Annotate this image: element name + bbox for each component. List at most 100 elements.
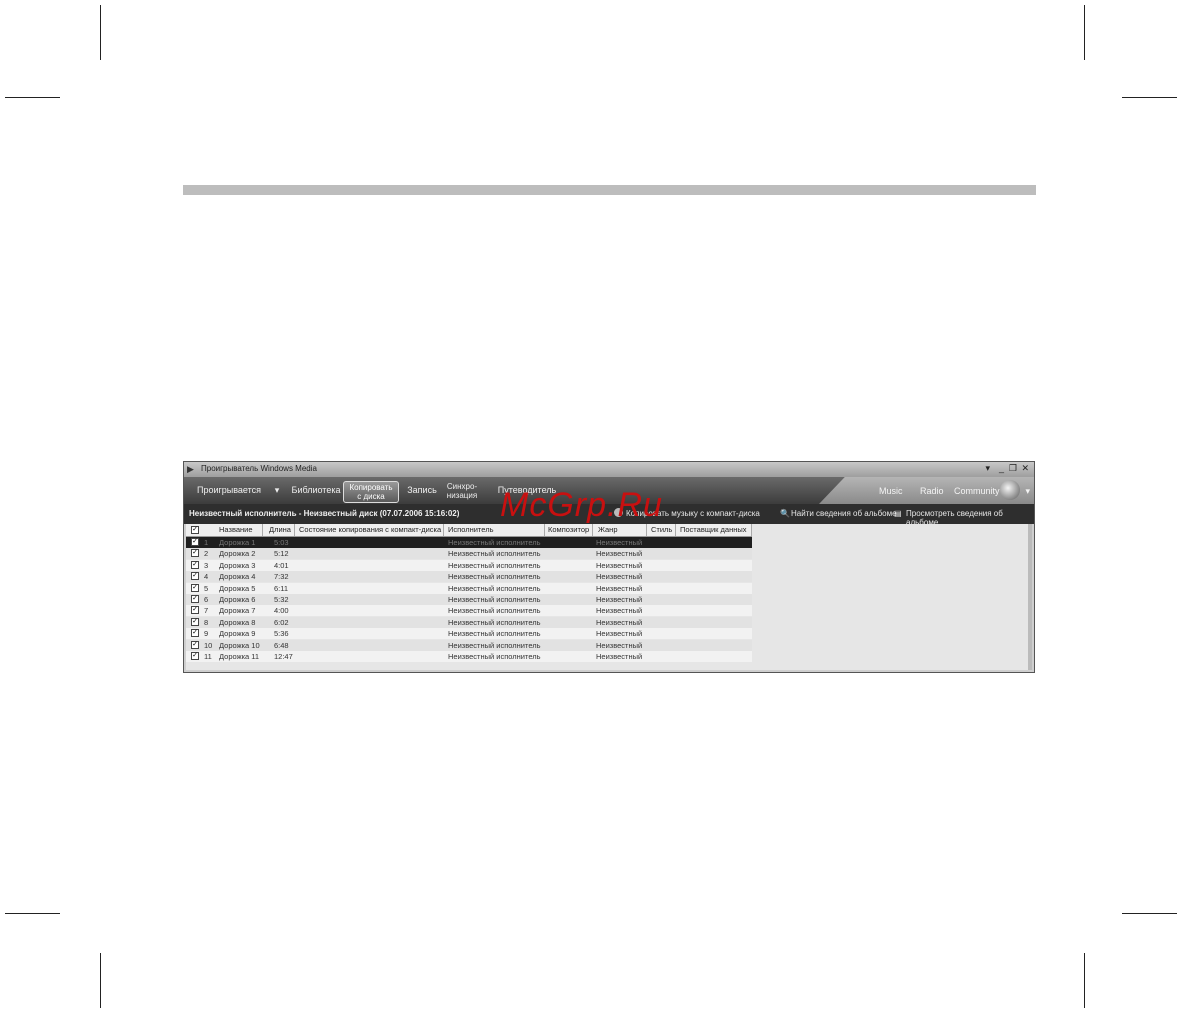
track-title: Дорожка 11 bbox=[219, 652, 260, 661]
restore-icon[interactable]: ❐ bbox=[1009, 463, 1017, 474]
minimize-icon[interactable]: _ bbox=[999, 463, 1004, 473]
track-checkbox[interactable]: ✓ bbox=[191, 640, 199, 649]
track-number: 7 bbox=[204, 606, 209, 616]
column-data-provider[interactable]: Поставщик данных bbox=[680, 525, 747, 534]
tab-music[interactable]: Music bbox=[879, 486, 903, 496]
crop-mark bbox=[5, 97, 60, 98]
tab-burn[interactable]: Запись bbox=[402, 481, 442, 500]
column-composer[interactable]: Композитор bbox=[548, 525, 589, 534]
track-checkbox[interactable]: ✓ bbox=[191, 560, 199, 569]
track-title: Дорожка 6 bbox=[219, 595, 256, 604]
column-title[interactable]: Название bbox=[219, 525, 253, 534]
track-title: Дорожка 3 bbox=[219, 560, 256, 570]
tab-rip[interactable]: Копировать с диска bbox=[343, 481, 399, 503]
crop-mark bbox=[1122, 97, 1177, 98]
find-album-info-button[interactable]: Найти сведения об альбоме bbox=[791, 509, 897, 518]
track-artist: Неизвестный исполнитель bbox=[448, 652, 541, 661]
table-row[interactable]: ✓ 3 Дорожка 3 4:01 Неизвестный исполнитель Не… bbox=[186, 559, 752, 571]
window-title: Проигрыватель Windows Media bbox=[201, 464, 317, 473]
store-dropdown-icon[interactable]: ▾ bbox=[1025, 486, 1030, 497]
track-checkbox[interactable]: ✓ bbox=[191, 583, 199, 592]
track-length: 5:32 bbox=[274, 595, 289, 604]
column-rip-status[interactable]: Состояние копирования с компакт-диска bbox=[299, 525, 441, 534]
table-row[interactable]: ✓ 9 Дорожка 9 5:36 Неизвестный исполнитель Не… bbox=[186, 628, 752, 640]
track-length: 6:48 bbox=[274, 640, 289, 650]
table-row[interactable]: ✓ 7 Дорожка 7 4:00 Неизвестный исполнитель Не… bbox=[186, 605, 752, 617]
table-row[interactable]: ✓ 8 Дорожка 8 6:02 Неизвестный исполнитель Не… bbox=[186, 616, 752, 628]
track-genre: Неизвестный bbox=[596, 549, 643, 559]
table-row[interactable]: ✓ 2 Дорожка 2 5:12 Неизвестный исполнитель Не… bbox=[186, 548, 752, 560]
vertical-scrollbar[interactable] bbox=[1028, 524, 1032, 670]
column-separator bbox=[262, 524, 263, 536]
track-genre: Неизвестный bbox=[596, 606, 643, 616]
crop-mark bbox=[1084, 5, 1085, 60]
tab-sync-line1: Синхро- bbox=[446, 482, 478, 491]
track-artist: Неизвестный исполнитель bbox=[448, 538, 541, 547]
tab-guide[interactable]: Путеводитель bbox=[494, 481, 560, 500]
table-row[interactable]: ✓ 5 Дорожка 5 6:11 Неизвестный исполнитель Не… bbox=[186, 582, 752, 594]
track-genre: Неизвестный bbox=[596, 640, 643, 650]
tab-dropdown-icon[interactable]: ▾ bbox=[272, 481, 282, 500]
track-checkbox[interactable]: ✓ bbox=[191, 538, 199, 546]
nav-bar: Проигрывается ▾ Библиотека Копировать с … bbox=[184, 477, 1034, 504]
track-checkbox[interactable]: ✓ bbox=[191, 652, 199, 660]
track-title: Дорожка 8 bbox=[219, 617, 256, 627]
table-row[interactable]: ✓ 11 Дорожка 11 12:47 Неизвестный исполнител… bbox=[186, 651, 752, 662]
track-number: 6 bbox=[204, 595, 209, 604]
column-style[interactable]: Стиль bbox=[651, 525, 672, 534]
column-length[interactable]: Длина bbox=[269, 525, 291, 534]
tab-rip-line2: с диска bbox=[357, 492, 385, 501]
track-checkbox[interactable]: ✓ bbox=[191, 617, 199, 626]
track-genre: Неизвестный bbox=[596, 583, 643, 593]
column-separator bbox=[646, 524, 647, 536]
tab-community[interactable]: Community bbox=[954, 486, 1000, 496]
track-length: 4:01 bbox=[274, 560, 289, 570]
track-checkbox[interactable]: ✓ bbox=[191, 606, 199, 615]
track-checkbox[interactable]: ✓ bbox=[191, 629, 199, 638]
column-genre[interactable]: Жанр bbox=[598, 525, 618, 534]
track-number: 3 bbox=[204, 560, 209, 570]
select-all-checkbox[interactable]: ✓ bbox=[191, 526, 199, 534]
online-store-icon[interactable] bbox=[1000, 480, 1020, 500]
crop-mark bbox=[100, 953, 101, 1008]
track-artist: Неизвестный исполнитель bbox=[448, 560, 541, 570]
track-checkbox[interactable]: ✓ bbox=[191, 595, 199, 603]
track-number: 10 bbox=[204, 640, 213, 650]
track-title: Дорожка 5 bbox=[219, 583, 256, 593]
track-length: 12:47 bbox=[274, 652, 293, 661]
track-checkbox[interactable]: ✓ bbox=[191, 572, 199, 581]
tab-now-playing[interactable]: Проигрывается bbox=[194, 481, 264, 500]
track-title: Дорожка 1 bbox=[219, 538, 256, 547]
track-length: 5:36 bbox=[274, 629, 289, 639]
track-number: 11 bbox=[204, 652, 212, 661]
tab-sync[interactable]: Синхро- низация bbox=[442, 481, 482, 501]
table-row[interactable]: ✓ 1 Дорожка 1 5:03 Неизвестный исполнитель Не… bbox=[186, 537, 752, 548]
media-player-window: ▶ Проигрыватель Windows Media ▾ _ ❐ ✕ Пр… bbox=[183, 461, 1035, 673]
album-title: Неизвестный исполнитель - Неизвестный ди… bbox=[189, 509, 460, 518]
tab-rip-line1: Копировать bbox=[349, 483, 393, 492]
table-row[interactable]: ✓ 6 Дорожка 6 5:32 Неизвестный исполнитель Не… bbox=[186, 594, 752, 605]
track-length: 4:00 bbox=[274, 606, 289, 616]
track-length: 7:32 bbox=[274, 572, 289, 582]
table-row[interactable]: ✓ 10 Дорожка 10 6:48 Неизвестный исполнитель… bbox=[186, 639, 752, 651]
track-number: 8 bbox=[204, 617, 209, 627]
title-bar: ▶ Проигрыватель Windows Media ▾ _ ❐ ✕ bbox=[184, 462, 1034, 477]
tab-library[interactable]: Библиотека bbox=[288, 481, 344, 500]
menu-dropdown-icon[interactable]: ▾ bbox=[985, 463, 990, 474]
track-list-header: ✓ Название Длина Состояние копирования с… bbox=[186, 524, 752, 537]
rip-icon bbox=[614, 508, 623, 517]
track-number: 2 bbox=[204, 549, 209, 559]
track-length: 6:02 bbox=[274, 617, 289, 627]
close-icon[interactable]: ✕ bbox=[1021, 463, 1029, 474]
rip-button[interactable]: Копировать музыку с компакт-диска bbox=[626, 509, 760, 518]
track-checkbox[interactable]: ✓ bbox=[191, 549, 199, 558]
track-artist: Неизвестный исполнитель bbox=[448, 549, 541, 559]
crop-mark bbox=[100, 5, 101, 60]
column-separator bbox=[443, 524, 444, 536]
track-genre: Неизвестный bbox=[596, 572, 643, 582]
track-title: Дорожка 7 bbox=[219, 606, 256, 616]
column-artist[interactable]: Исполнитель bbox=[448, 525, 493, 534]
tab-radio[interactable]: Radio bbox=[920, 486, 944, 496]
table-row[interactable]: ✓ 4 Дорожка 4 7:32 Неизвестный исполнитель Не… bbox=[186, 571, 752, 583]
online-store-bar: Music Radio Community ▾ bbox=[819, 477, 1034, 504]
